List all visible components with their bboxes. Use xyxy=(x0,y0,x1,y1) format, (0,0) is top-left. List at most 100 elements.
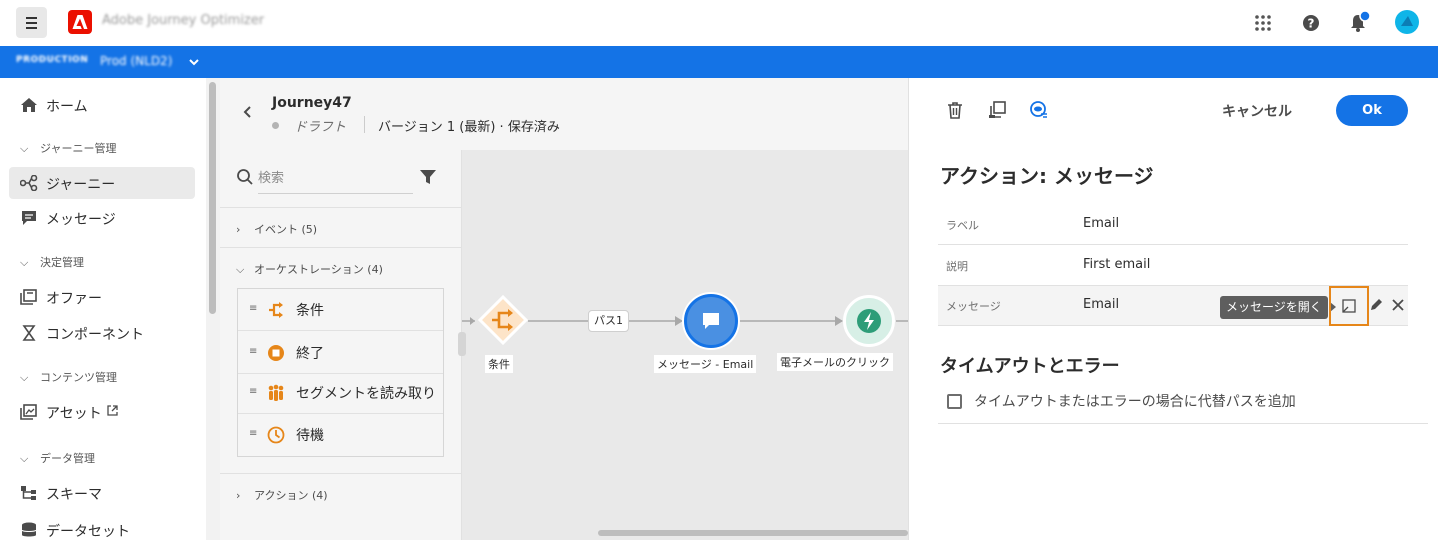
timeout-checkbox-label[interactable]: タイムアウトまたはエラーの場合に代替パスを追加 xyxy=(974,391,1296,411)
top-bar: Adobe Journey Optimizer ? xyxy=(0,0,1438,46)
node-label: 条件 xyxy=(485,355,513,373)
palette-item-end[interactable]: ≡ 終了 xyxy=(238,332,443,374)
dataset-icon xyxy=(20,522,38,538)
journey-status: ドラフト xyxy=(294,120,347,135)
apps-grid-icon[interactable] xyxy=(1251,11,1275,35)
property-row-label[interactable]: ラベル Email xyxy=(938,205,1408,245)
nav-group-journey-management[interactable]: ⌵ ジャーニー管理 xyxy=(20,140,116,156)
sidebar-item-label: データセット xyxy=(46,524,130,540)
property-key: メッセージ xyxy=(946,300,1001,313)
external-link-icon xyxy=(107,405,118,416)
component-icon xyxy=(20,325,38,341)
email-click-node-icon xyxy=(857,309,881,333)
close-icon[interactable] xyxy=(1390,297,1406,313)
condition-icon xyxy=(267,301,285,319)
delete-icon[interactable] xyxy=(945,100,965,120)
property-key: 説明 xyxy=(946,260,968,273)
sidebar-item-components[interactable]: コンポーネント xyxy=(9,317,195,349)
end-icon xyxy=(267,344,285,362)
search-icon xyxy=(236,168,254,186)
timeout-checkbox[interactable] xyxy=(947,394,962,409)
divider xyxy=(364,116,365,133)
journey-icon xyxy=(20,175,38,191)
path-label[interactable]: パス1 xyxy=(588,310,629,332)
chevron-down-icon[interactable] xyxy=(187,55,201,69)
read-segment-icon xyxy=(267,384,285,402)
palette-item-condition[interactable]: ≡ 条件 xyxy=(238,289,443,331)
palette-item-wait[interactable]: ≡ 待機 xyxy=(238,414,443,456)
status-dot xyxy=(272,122,279,129)
sidebar-scroll-thumb[interactable] xyxy=(209,82,216,314)
condition-node[interactable] xyxy=(478,295,528,345)
drag-handle-icon[interactable]: ≡ xyxy=(249,386,257,397)
palette-item-label: 待機 xyxy=(296,428,324,444)
property-value: Email xyxy=(1083,297,1120,312)
nav-group-content-management[interactable]: ⌵ コンテンツ管理 xyxy=(20,369,117,385)
sidebar-item-label: アセット xyxy=(46,406,102,422)
divider xyxy=(220,473,461,474)
journey-header xyxy=(220,78,908,150)
palette-item-label: 終了 xyxy=(296,346,324,362)
edit-pencil-icon[interactable] xyxy=(1368,297,1384,313)
open-icon xyxy=(1342,299,1356,313)
help-icon[interactable]: ? xyxy=(1299,11,1323,35)
user-avatar[interactable] xyxy=(1395,10,1419,34)
sidebar-item-assets[interactable]: アセット xyxy=(9,396,195,428)
journey-version: バージョン 1 (最新) · 保存済み xyxy=(378,120,560,135)
sidebar-item-label: ホーム xyxy=(46,99,88,115)
divider xyxy=(220,207,461,208)
back-arrow-icon[interactable] xyxy=(240,104,256,120)
app-title: Adobe Journey Optimizer xyxy=(102,13,265,28)
canvas-scrollbar[interactable] xyxy=(598,530,908,536)
palette-item-label: 条件 xyxy=(296,303,324,319)
adobe-logo xyxy=(68,10,92,34)
palette-category-orchestration[interactable]: ⌵ オーケストレーション (4) xyxy=(236,261,383,277)
property-row-description[interactable]: 説明 First email xyxy=(938,246,1408,286)
property-value[interactable]: First email xyxy=(1083,257,1150,272)
sidebar-item-offers[interactable]: オファー xyxy=(9,281,195,313)
resize-handle[interactable] xyxy=(458,332,466,356)
property-value[interactable]: Email xyxy=(1083,216,1119,231)
message-node[interactable] xyxy=(684,294,738,348)
offer-icon xyxy=(20,289,38,305)
filter-icon[interactable] xyxy=(419,168,437,186)
duplicate-icon[interactable] xyxy=(987,100,1007,120)
cancel-button[interactable]: キャンセル xyxy=(1222,101,1292,121)
environment-label: PRODUCTION xyxy=(16,55,89,65)
open-message-button[interactable] xyxy=(1329,286,1369,326)
schema-icon xyxy=(20,485,38,501)
home-icon xyxy=(20,97,38,113)
palette-category-events[interactable]: › イベント (5) xyxy=(236,221,317,237)
palette-category-actions[interactable]: › アクション (4) xyxy=(236,487,328,503)
message-icon xyxy=(20,210,38,226)
divider xyxy=(220,247,461,248)
sidebar-item-datasets[interactable]: データセット xyxy=(9,514,195,546)
sidebar-item-label: メッセージ xyxy=(46,212,116,228)
nav-group-data-management[interactable]: ⌵ データ管理 xyxy=(20,450,95,466)
sidebar-item-home[interactable]: ホーム xyxy=(9,89,195,121)
drag-handle-icon[interactable]: ≡ xyxy=(249,428,257,439)
ok-button[interactable]: Ok xyxy=(1336,95,1408,126)
panel-title: アクション: メッセージ xyxy=(940,164,1154,188)
journey-canvas[interactable]: パス1 xyxy=(462,150,908,540)
message-node-icon xyxy=(703,313,719,329)
drag-handle-icon[interactable]: ≡ xyxy=(249,346,257,357)
notification-bell-icon[interactable] xyxy=(1346,11,1370,35)
timeout-section-title: タイムアウトとエラー xyxy=(940,356,1120,377)
node-label: 電子メールのクリック xyxy=(777,353,893,371)
sidebar-item-schemas[interactable]: スキーマ xyxy=(9,477,195,509)
view-icon[interactable] xyxy=(1029,100,1049,120)
palette-item-read-segment[interactable]: ≡ セグメントを読み取り xyxy=(238,372,443,414)
wait-icon xyxy=(267,426,285,444)
environment-bar: PRODUCTION Prod (NLD2) xyxy=(0,46,1438,78)
sidebar-item-label: オファー xyxy=(46,291,102,307)
tooltip: メッセージを開く xyxy=(1220,296,1328,319)
drag-handle-icon[interactable]: ≡ xyxy=(249,303,257,314)
sidebar-item-messages[interactable]: メッセージ xyxy=(9,202,195,234)
nav-group-decision-management[interactable]: ⌵ 決定管理 xyxy=(20,254,84,270)
palette-search-input[interactable] xyxy=(258,164,413,194)
hamburger-menu-button[interactable] xyxy=(16,7,47,38)
environment-selector[interactable]: Prod (NLD2) xyxy=(100,54,172,68)
email-click-node[interactable] xyxy=(843,295,895,347)
sidebar-item-journeys[interactable]: ジャーニー xyxy=(9,167,195,199)
